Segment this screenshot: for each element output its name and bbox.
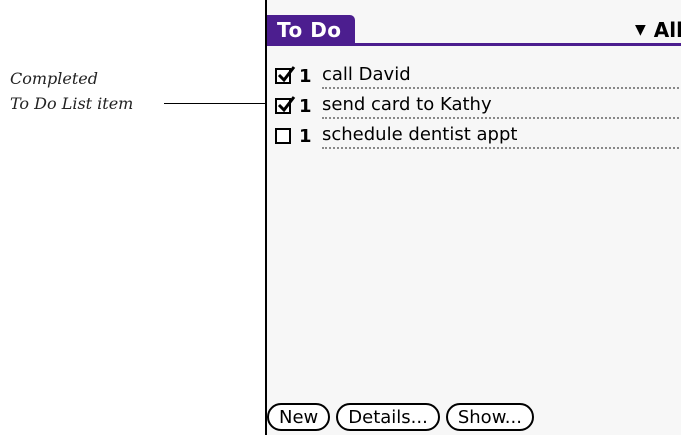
app-title: To Do bbox=[267, 15, 355, 46]
checkmark-icon bbox=[277, 66, 296, 83]
list-item[interactable]: 1 schedule dentist appt bbox=[275, 121, 681, 151]
item-description[interactable]: call David bbox=[322, 63, 681, 89]
list-item[interactable]: 1 call David bbox=[275, 61, 681, 91]
show-button[interactable]: Show... bbox=[445, 403, 534, 431]
item-description[interactable]: send card to Kathy bbox=[322, 93, 681, 119]
dropdown-arrow-icon: ▼ bbox=[635, 22, 646, 38]
checkbox[interactable] bbox=[275, 96, 296, 114]
priority[interactable]: 1 bbox=[299, 96, 313, 117]
todo-list: 1 call David 1 send card to Kathy 1 sche… bbox=[275, 61, 681, 151]
callout-pointer-line bbox=[164, 103, 270, 104]
new-button[interactable]: New bbox=[267, 403, 331, 431]
checkbox[interactable] bbox=[275, 66, 296, 84]
title-rule bbox=[355, 43, 681, 46]
callout-line-2: To Do List item bbox=[10, 94, 134, 113]
priority[interactable]: 1 bbox=[299, 66, 313, 87]
list-item[interactable]: 1 send card to Kathy bbox=[275, 91, 681, 121]
item-description[interactable]: schedule dentist appt bbox=[322, 123, 681, 149]
callout-line-1: Completed bbox=[10, 69, 99, 88]
priority[interactable]: 1 bbox=[299, 126, 313, 147]
details-button[interactable]: Details... bbox=[336, 403, 440, 431]
device-screen: To Do ▼ All 1 call David 1 send card to … bbox=[265, 0, 681, 435]
title-bar: To Do ▼ All bbox=[267, 15, 681, 46]
button-bar: New Details... Show... bbox=[267, 403, 534, 431]
category-picker[interactable]: ▼ All bbox=[635, 17, 681, 43]
checkbox[interactable] bbox=[275, 128, 291, 144]
checkmark-icon bbox=[277, 96, 296, 113]
category-label: All bbox=[653, 18, 681, 42]
callout-label: Completed To Do List item bbox=[10, 66, 133, 116]
